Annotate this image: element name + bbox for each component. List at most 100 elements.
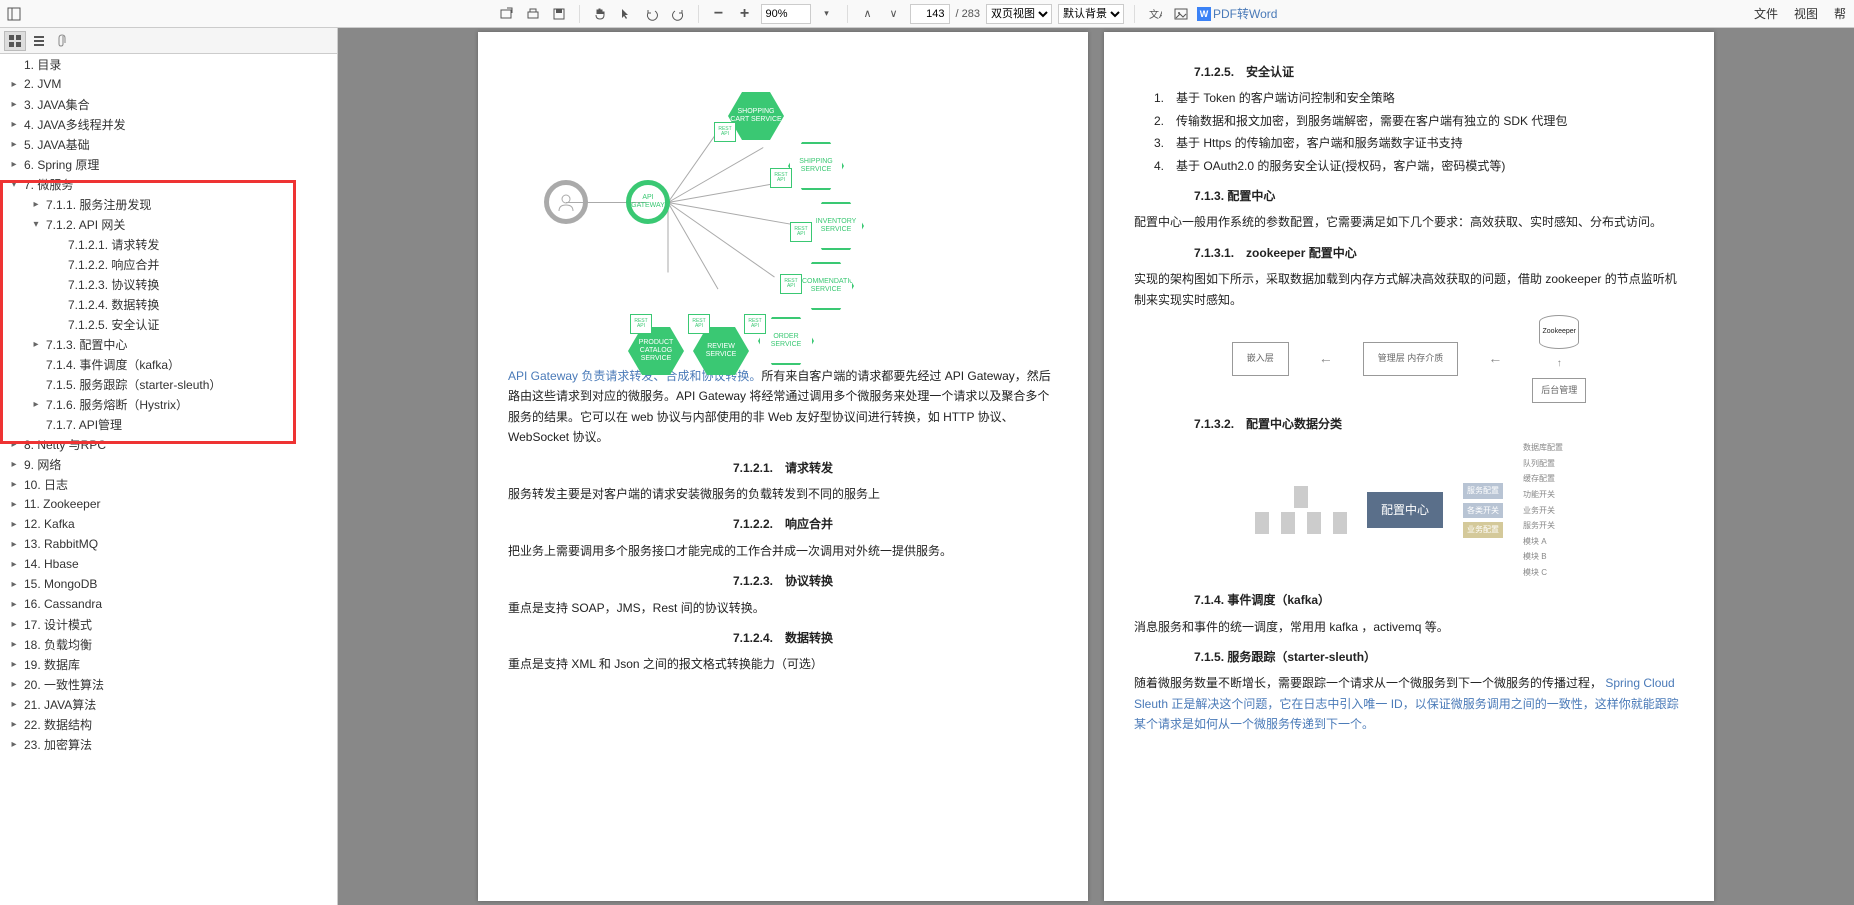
d3-right-item: 模块 B: [1523, 550, 1563, 564]
outline-item[interactable]: ▸22. 数据结构: [0, 714, 337, 734]
outline-item[interactable]: ▸19. 数据库: [0, 654, 337, 674]
save-icon[interactable]: [549, 4, 569, 24]
outline-item[interactable]: ▸7.1.3. 配置中心: [0, 334, 337, 354]
outline-tab-icon[interactable]: [28, 31, 50, 51]
security-item: 4. 基于 OAuth2.0 的服务安全认证(授权码，客户端，密码模式等): [1154, 156, 1684, 176]
outline-item[interactable]: ▸13. RabbitMQ: [0, 534, 337, 554]
outline-item[interactable]: 7.1.2.1. 请求转发: [0, 234, 337, 254]
tree-toggle-icon[interactable]: ▸: [8, 739, 20, 750]
tree-toggle-icon[interactable]: ▸: [8, 519, 20, 530]
outline-item[interactable]: ▸7.1.6. 服务熔断（Hystrix）: [0, 394, 337, 414]
outline-item[interactable]: ▸15. MongoDB: [0, 574, 337, 594]
tree-toggle-icon[interactable]: ▸: [8, 619, 20, 630]
outline-item[interactable]: 7.1.2.4. 数据转换: [0, 294, 337, 314]
outline-item[interactable]: ▸14. Hbase: [0, 554, 337, 574]
outline-item[interactable]: 7.1.2.3. 协议转换: [0, 274, 337, 294]
outline-item[interactable]: ▸16. Cassandra: [0, 594, 337, 614]
image-icon[interactable]: [1171, 4, 1191, 24]
tree-toggle-icon[interactable]: ▸: [8, 99, 20, 110]
outline-label: 7.1.2. API 网关: [46, 216, 125, 233]
tree-toggle-icon[interactable]: ▸: [8, 719, 20, 730]
outline-item[interactable]: 7.1.4. 事件调度（kafka）: [0, 354, 337, 374]
outline-label: 7.1.2.1. 请求转发: [68, 236, 159, 253]
sidebar-toggle-icon[interactable]: [4, 4, 24, 24]
tree-toggle-icon[interactable]: ▸: [8, 579, 20, 590]
tree-toggle-icon[interactable]: ▸: [8, 439, 20, 450]
outline-item[interactable]: ▸2. JVM: [0, 74, 337, 94]
open-icon[interactable]: [497, 4, 517, 24]
tree-toggle-icon[interactable]: ▸: [8, 559, 20, 570]
zoom-input[interactable]: [761, 4, 811, 24]
outline-tree[interactable]: 1. 目录▸2. JVM ▸ 3. JAVA集合▸4. JAVA多线程并发▸5. J…: [0, 54, 337, 905]
tree-toggle-icon[interactable]: ▸: [8, 539, 20, 550]
tree-toggle-icon[interactable]: ▸: [8, 119, 20, 130]
outline-item[interactable]: ▸9. 网络: [0, 454, 337, 474]
outline-item[interactable]: 7.1.5. 服务跟踪（starter-sleuth）: [0, 374, 337, 394]
hand-tool-icon[interactable]: [590, 4, 610, 24]
page-left: API GATEWAY SHOPPING CART SERVICE SHIPPI…: [478, 32, 1088, 901]
menu-view[interactable]: 视图: [1790, 5, 1822, 22]
tree-toggle-icon[interactable]: ▸: [30, 199, 42, 210]
outline-item[interactable]: 7.1.2.5. 安全认证: [0, 314, 337, 334]
pointer-icon[interactable]: [616, 4, 636, 24]
view-mode-select[interactable]: 双页视图: [986, 4, 1052, 24]
tree-toggle-icon[interactable]: ▸: [8, 599, 20, 610]
translate-icon[interactable]: 文A: [1145, 4, 1165, 24]
tree-toggle-icon[interactable]: ▸: [8, 699, 20, 710]
redo-icon[interactable]: [668, 4, 688, 24]
outline-item[interactable]: ▸7.1.1. 服务注册发现: [0, 194, 337, 214]
document-viewport[interactable]: API GATEWAY SHOPPING CART SERVICE SHIPPI…: [338, 28, 1854, 905]
outline-item[interactable]: ▸8. Netty 与RPC: [0, 434, 337, 454]
outline-item[interactable]: 7.1.2.2. 响应合并: [0, 254, 337, 274]
tree-toggle-icon[interactable]: ▸: [8, 499, 20, 510]
menu-file[interactable]: 文件: [1750, 5, 1782, 22]
tree-toggle-icon[interactable]: ▸: [8, 659, 20, 670]
outline-item[interactable]: ▾7. 微服务: [0, 174, 337, 194]
outline-label: 3. JAVA集合: [24, 96, 90, 113]
tree-toggle-icon[interactable]: ▸: [8, 479, 20, 490]
outline-item[interactable]: ▸6. Spring 原理: [0, 154, 337, 174]
outline-item[interactable]: ▸17. 设计模式: [0, 614, 337, 634]
api-gateway-diagram: API GATEWAY SHOPPING CART SERVICE SHIPPI…: [508, 52, 1058, 362]
outline-item[interactable]: ▸ 3. JAVA集合: [0, 94, 337, 114]
outline-item[interactable]: ▸5. JAVA基础: [0, 134, 337, 154]
thumbnails-tab-icon[interactable]: [4, 31, 26, 51]
outline-item[interactable]: 1. 目录: [0, 54, 337, 74]
prev-page-icon[interactable]: ∧: [858, 4, 878, 24]
outline-item[interactable]: ▸12. Kafka: [0, 514, 337, 534]
undo-icon[interactable]: [642, 4, 662, 24]
page-input[interactable]: [910, 4, 950, 24]
menu-help[interactable]: 帮: [1830, 5, 1850, 22]
tree-toggle-icon[interactable]: ▸: [30, 339, 42, 350]
outline-item[interactable]: ▸18. 负载均衡: [0, 634, 337, 654]
pdf-to-word-link[interactable]: WPDF转Word: [1197, 5, 1277, 22]
outline-item[interactable]: ▸21. JAVA算法: [0, 694, 337, 714]
heading-7123: 7.1.2.3. 协议转换: [508, 571, 1058, 591]
print-icon[interactable]: [523, 4, 543, 24]
background-select[interactable]: 默认背景: [1058, 4, 1124, 24]
tree-toggle-icon[interactable]: ▾: [8, 179, 20, 190]
outline-item[interactable]: ▸4. JAVA多线程并发: [0, 114, 337, 134]
outline-item[interactable]: ▸ 23. 加密算法: [0, 734, 337, 754]
tree-toggle-icon[interactable]: ▸: [30, 399, 42, 410]
attachments-tab-icon[interactable]: [52, 31, 74, 51]
tree-toggle-icon[interactable]: ▸: [8, 639, 20, 650]
tree-toggle-icon[interactable]: ▾: [30, 219, 42, 230]
tree-toggle-icon[interactable]: ▸: [8, 159, 20, 170]
tree-toggle-icon[interactable]: ▸: [8, 459, 20, 470]
outline-item[interactable]: ▸10. 日志: [0, 474, 337, 494]
tree-toggle-icon[interactable]: ▸: [8, 79, 20, 90]
next-page-icon[interactable]: ∨: [884, 4, 904, 24]
tree-toggle-icon[interactable]: ▸: [8, 139, 20, 150]
hex-order: ORDER SERVICE: [758, 317, 814, 365]
outline-item[interactable]: ▾ 7.1.2. API 网关: [0, 214, 337, 234]
outline-item[interactable]: 7.1.7. API管理: [0, 414, 337, 434]
outline-item[interactable]: ▸20. 一致性算法: [0, 674, 337, 694]
outline-item[interactable]: ▸11. Zookeeper: [0, 494, 337, 514]
tree-toggle-icon[interactable]: ▸: [8, 679, 20, 690]
zoom-out-icon[interactable]: −: [709, 4, 729, 24]
outline-label: 23. 加密算法: [24, 736, 92, 753]
svg-text:文A: 文A: [1149, 8, 1162, 21]
zoom-in-icon[interactable]: +: [735, 4, 755, 24]
zoom-dropdown-icon[interactable]: ▾: [817, 4, 837, 24]
